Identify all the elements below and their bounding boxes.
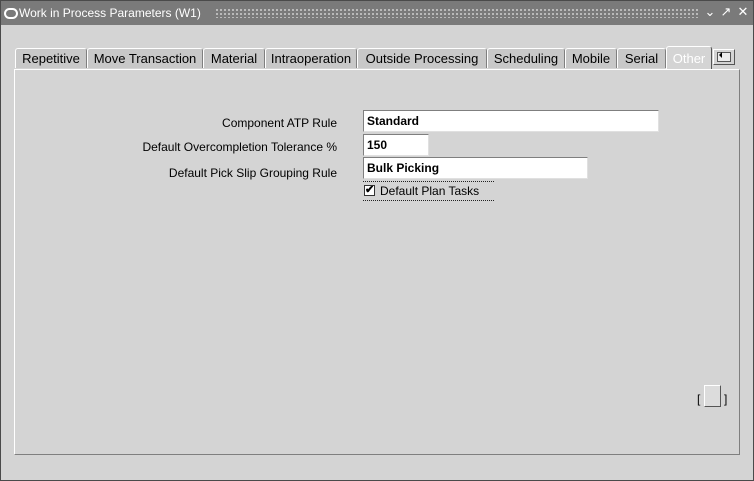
default-plan-tasks-checkbox-row[interactable]: ✔ Default Plan Tasks [363, 181, 494, 201]
close-button[interactable]: ✕ [736, 4, 750, 20]
window-menu-icon[interactable] [4, 8, 18, 19]
tab-intraoperation[interactable]: Intraoperation [265, 48, 357, 68]
overcompletion-tolerance-field[interactable]: 150 [363, 134, 429, 156]
default-plan-tasks-checkbox[interactable]: ✔ [364, 184, 375, 196]
tab-serial[interactable]: Serial [617, 48, 666, 68]
checkmark-icon: ✔ [365, 184, 375, 196]
title-bar[interactable]: Work in Process Parameters (W1) ⌄ ↗ ✕ [1, 1, 753, 25]
component-atp-rule-label: Component ATP Rule [222, 116, 337, 130]
window-title: Work in Process Parameters (W1) [19, 6, 201, 20]
tab-other[interactable]: Other [666, 46, 712, 70]
tab-scroll-left-button[interactable] [713, 49, 735, 65]
arrow-left-icon [719, 52, 722, 58]
minimize-button[interactable]: ⌄ [703, 4, 717, 20]
tab-content-panel: Component ATP Rule Standard Default Over… [14, 69, 740, 455]
tab-mobile[interactable]: Mobile [565, 48, 617, 68]
default-plan-tasks-label: Default Plan Tasks [380, 184, 480, 198]
tab-repetitive[interactable]: Repetitive [15, 48, 87, 68]
component-atp-rule-field[interactable]: Standard [363, 110, 659, 132]
pick-slip-grouping-label: Default Pick Slip Grouping Rule [168, 166, 337, 180]
pick-slip-grouping-field[interactable]: Bulk Picking [363, 157, 588, 179]
maximize-button[interactable]: ↗ [719, 4, 733, 20]
wip-parameters-window: Work in Process Parameters (W1) ⌄ ↗ ✕ Re… [0, 0, 754, 481]
tab-outside-processing[interactable]: Outside Processing [357, 48, 487, 68]
title-bar-grip [215, 8, 699, 18]
descriptive-flexfield-button[interactable] [704, 385, 721, 407]
tab-material[interactable]: Material [203, 48, 265, 68]
bracket-close: ] [724, 392, 728, 406]
overcompletion-tolerance-label: Default Overcompletion Tolerance % [142, 140, 337, 154]
tab-scheduling[interactable]: Scheduling [487, 48, 565, 68]
tab-move-transaction[interactable]: Move Transaction [87, 48, 203, 68]
bracket-open: [ [697, 392, 701, 406]
